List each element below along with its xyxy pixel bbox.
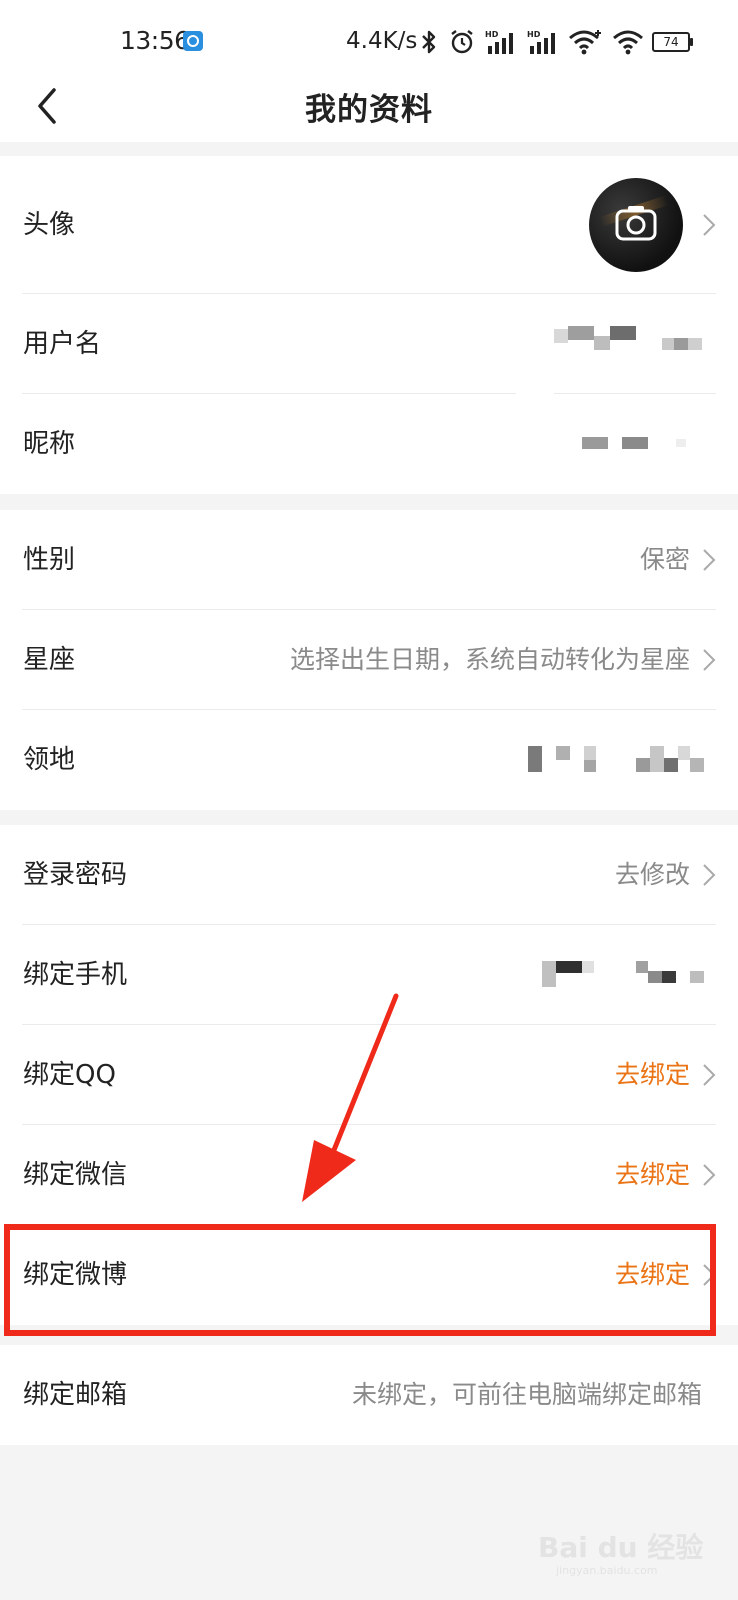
row-value: 去修改	[614, 860, 690, 889]
redacted-value	[554, 294, 704, 394]
row-label: 领地	[23, 745, 76, 775]
battery-icon: 74	[652, 32, 693, 52]
chevron-right-icon	[703, 1164, 716, 1186]
row-label: 性别	[23, 545, 76, 575]
row-label: 头像	[23, 210, 76, 240]
row-value: 未绑定，可前往电脑端绑定邮箱	[351, 1380, 702, 1409]
watermark-text: Bai du 经验	[538, 1531, 704, 1564]
chevron-right-icon	[703, 864, 716, 886]
row-label: 昵称	[23, 429, 76, 459]
chevron-right-icon	[703, 1064, 716, 1086]
section-profile: 头像 用户名 昵称	[0, 156, 738, 494]
wifi-icon	[613, 30, 643, 55]
row-constellation[interactable]: 星座 选择出生日期，系统自动转化为星座	[0, 610, 738, 710]
row-phone: 绑定手机	[0, 925, 738, 1025]
row-label: 绑定微博	[23, 1260, 128, 1290]
row-password[interactable]: 登录密码 去修改	[0, 825, 738, 925]
hd-signal-icon: HD	[485, 30, 513, 54]
avatar[interactable]	[589, 178, 683, 272]
row-nickname: 昵称	[0, 394, 738, 494]
bind-qq-button[interactable]: 去绑定	[615, 1025, 690, 1125]
row-label: 星座	[23, 645, 76, 675]
hd-signal-icon: HD	[527, 30, 555, 54]
row-territory: 领地	[0, 710, 738, 810]
chevron-right-icon	[703, 1264, 716, 1286]
row-bind-wechat[interactable]: 绑定微信 去绑定	[0, 1125, 738, 1225]
chevron-right-icon	[703, 549, 716, 571]
network-speed: 4.4K/s	[346, 28, 418, 54]
chevron-right-icon	[703, 214, 716, 236]
row-label: 绑定手机	[23, 960, 128, 990]
svg-text:HD: HD	[527, 30, 541, 39]
row-label: 用户名	[23, 329, 102, 359]
alarm-icon	[451, 30, 473, 54]
redacted-value	[542, 925, 704, 1025]
row-gender[interactable]: 性别 保密	[0, 510, 738, 610]
bluetooth-icon	[422, 30, 436, 54]
bind-wechat-button[interactable]: 去绑定	[615, 1125, 690, 1225]
row-label: 登录密码	[23, 860, 128, 890]
section-email: 绑定邮箱 未绑定，可前往电脑端绑定邮箱	[0, 1345, 738, 1445]
row-email: 绑定邮箱 未绑定，可前往电脑端绑定邮箱	[0, 1345, 738, 1445]
row-avatar[interactable]: 头像	[0, 156, 738, 294]
status-time: 13:56	[120, 26, 190, 55]
redacted-value	[528, 710, 704, 810]
watermark-subtext: jingyan.baidu.com	[556, 1564, 658, 1577]
row-label: 绑定微信	[23, 1160, 128, 1190]
wifi-plus-icon	[569, 30, 601, 55]
status-icons: HD HD 74	[418, 26, 693, 58]
row-label: 绑定邮箱	[23, 1380, 128, 1410]
svg-text:HD: HD	[485, 30, 499, 39]
chevron-right-icon	[703, 649, 716, 671]
watermark: Bai du 经验 jingyan.baidu.com	[538, 1520, 708, 1580]
row-bind-weibo[interactable]: 绑定微博 去绑定	[0, 1225, 738, 1325]
section-personal: 性别 保密 星座 选择出生日期，系统自动转化为星座 领地	[0, 510, 738, 810]
section-account: 登录密码 去修改 绑定手机 绑定QQ 去绑定 绑定微信 去绑定 绑定微博 去绑定	[0, 825, 738, 1325]
redacted-value	[582, 394, 692, 494]
row-label: 绑定QQ	[23, 1060, 116, 1090]
row-value: 保密	[639, 545, 690, 574]
row-value: 选择出生日期，系统自动转化为星座	[289, 645, 690, 674]
header: 我的资料	[0, 80, 738, 142]
row-bind-qq[interactable]: 绑定QQ 去绑定	[0, 1025, 738, 1125]
status-bar: 13:56 4.4K/s HD HD 74	[0, 0, 738, 80]
bind-weibo-button[interactable]: 去绑定	[615, 1225, 690, 1325]
page-title: 我的资料	[305, 92, 433, 128]
notification-app-icon	[183, 31, 203, 51]
row-username: 用户名	[0, 294, 738, 394]
camera-icon	[615, 206, 657, 241]
